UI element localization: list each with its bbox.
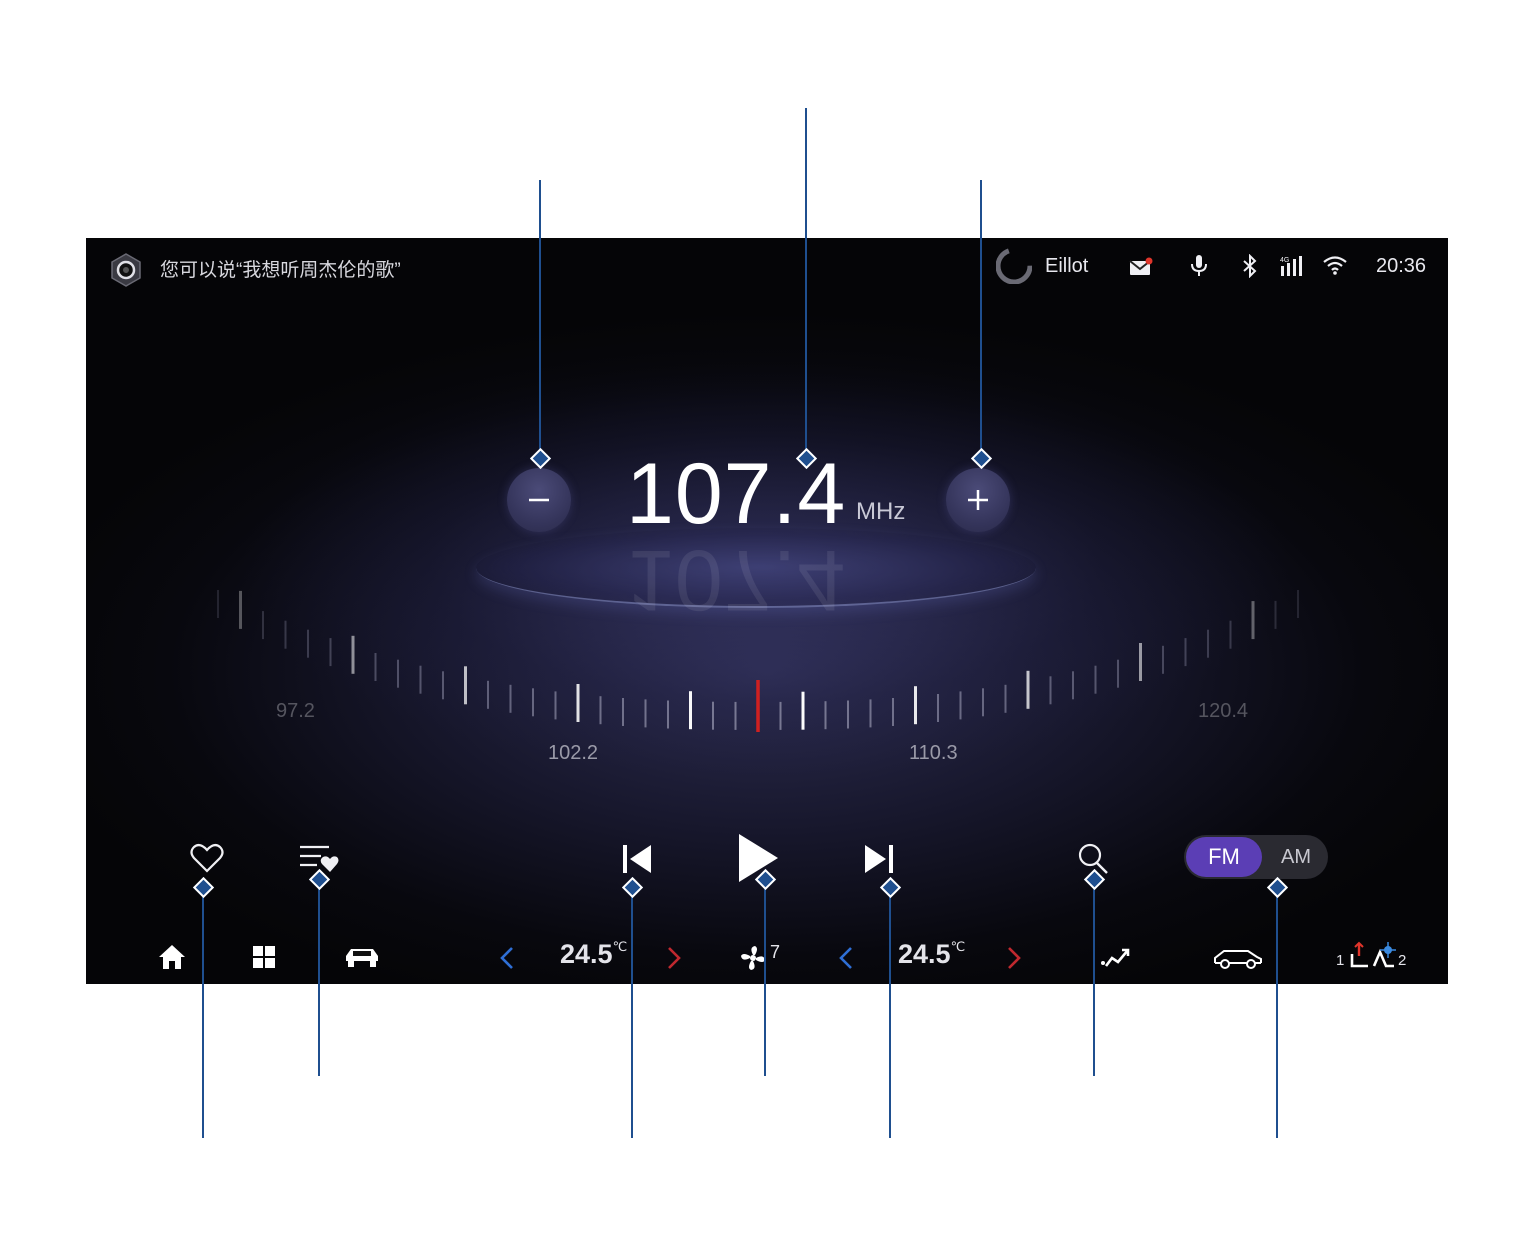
wifi-icon (1323, 256, 1347, 275)
frequency-unit: MHz (856, 498, 906, 525)
left-temp-down-icon[interactable] (499, 946, 515, 970)
bluetooth-icon (1243, 254, 1257, 278)
heart-icon[interactable] (190, 842, 224, 874)
bottom-dock: 24.5℃ 7 24.5℃ 1 2 (86, 928, 1448, 984)
mic-icon[interactable] (1190, 253, 1208, 277)
plus-icon (968, 490, 988, 510)
apps-grid-icon[interactable] (252, 945, 276, 969)
right-temp-down-icon[interactable] (838, 946, 854, 970)
callout-line-search (1093, 878, 1095, 1076)
callout-line-heart (202, 886, 204, 1138)
callout-line-plus (980, 180, 982, 458)
left-temp-value: 24.5 (560, 939, 613, 969)
right-temp-value: 24.5 (898, 939, 951, 969)
home-icon[interactable] (158, 944, 186, 970)
band-fm[interactable]: FM (1186, 837, 1262, 877)
band-am[interactable]: AM (1268, 837, 1324, 877)
callout-line-next (889, 886, 891, 1138)
minus-icon (529, 498, 549, 502)
frequency-up-button[interactable] (946, 468, 1010, 532)
frequency-reflection: 107.4 (626, 532, 847, 628)
band-toggle[interactable]: FM AM (1184, 835, 1328, 879)
callout-line-favorites (318, 878, 320, 1076)
car-icon[interactable] (344, 945, 380, 969)
svg-text:4G: 4G (1280, 257, 1289, 264)
callout-line-frequency (805, 108, 807, 458)
right-temp-unit: ℃ (950, 939, 966, 954)
left-temperature: 24.5℃ (560, 939, 627, 970)
fan-speed: 7 (770, 942, 781, 962)
fan-icon[interactable] (740, 945, 766, 971)
voice-hint: 您可以说“我想听周杰伦的歌” (160, 260, 401, 281)
dial-label-right: 110.3 (909, 742, 958, 764)
next-icon[interactable] (862, 842, 896, 876)
frequency-down-button[interactable] (507, 468, 571, 532)
mail-icon[interactable] (1129, 257, 1153, 277)
avatar-icon[interactable] (996, 248, 1032, 284)
seat-left-num: 1 (1336, 952, 1345, 969)
dial-label-left: 102.2 (548, 742, 599, 764)
callout-line-play (764, 878, 766, 1076)
callout-line-minus (539, 180, 541, 458)
left-temp-up-icon[interactable] (666, 946, 682, 970)
signal-icon: 4G (1280, 256, 1302, 276)
callout-line-previous (631, 886, 633, 1138)
previous-icon[interactable] (620, 842, 654, 876)
right-temperature: 24.5℃ (898, 939, 965, 970)
car-outline-icon[interactable] (1212, 946, 1264, 970)
callout-line-band (1276, 886, 1278, 1138)
seat-right-num: 2 (1398, 952, 1407, 969)
dial-label-right-end: 120.4 (1198, 700, 1249, 722)
right-temp-up-icon[interactable] (1006, 946, 1022, 970)
dial-label-left-end: 97.2 (276, 700, 315, 722)
clock: 20:36 (1376, 255, 1427, 277)
assistant-icon[interactable] (108, 252, 144, 288)
left-temp-unit: ℃ (612, 939, 628, 954)
seat-heat-icon[interactable] (1348, 940, 1396, 972)
airflow-icon[interactable] (1098, 944, 1134, 970)
username[interactable]: Eillot (1045, 255, 1088, 278)
